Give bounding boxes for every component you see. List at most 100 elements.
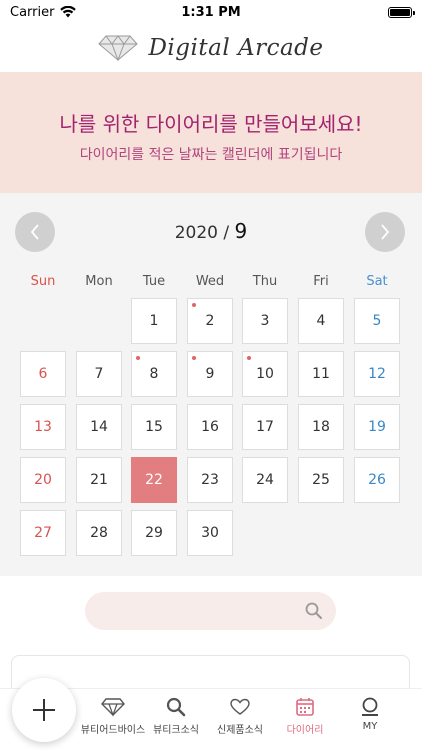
day-number: 2 — [205, 313, 215, 329]
weekday-mon: Mon — [85, 274, 113, 289]
calendar-day[interactable]: 27 — [20, 510, 66, 556]
month-separator: / — [217, 223, 235, 243]
year-label: 2020 — [174, 223, 218, 243]
day-number: 9 — [205, 366, 215, 382]
weekday-sat: Sat — [366, 274, 388, 289]
calendar-day[interactable]: 23 — [187, 457, 233, 503]
diary-entry-dot — [247, 356, 251, 360]
calendar-day[interactable]: 5 — [354, 298, 400, 344]
calendar-day[interactable]: 14 — [76, 404, 122, 450]
tab-new-products[interactable]: 신제품소식 — [205, 697, 275, 736]
day-number: 11 — [312, 366, 330, 382]
day-number: 30 — [201, 525, 219, 541]
calendar-day[interactable]: 7 — [76, 351, 122, 397]
calendar-day[interactable]: 15 — [131, 404, 177, 450]
day-number: 19 — [368, 419, 386, 435]
weekday-tue: Tue — [142, 274, 166, 289]
next-month-button[interactable] — [365, 212, 405, 252]
day-number: 5 — [372, 313, 382, 329]
diary-banner: 나를 위한 다이어리를 만들어보세요! 다이어리를 적은 날짜는 캘린더에 표기… — [0, 72, 422, 193]
calendar-day[interactable]: 30 — [187, 510, 233, 556]
calendar: 2020 / 9 Sun Mon Tue Wed Thu Fri Sat 123456789… — [0, 193, 422, 576]
day-number: 25 — [312, 472, 330, 488]
day-number: 24 — [256, 472, 274, 488]
day-number: 6 — [38, 366, 48, 382]
tab-label: 신제품소식 — [217, 725, 263, 736]
day-number: 22 — [145, 472, 163, 488]
tab-diary[interactable]: 다이어리 — [270, 697, 340, 736]
plus-icon — [33, 699, 55, 721]
day-number: 28 — [90, 525, 108, 541]
diary-entry-dot — [192, 356, 196, 360]
day-number: 10 — [256, 366, 274, 382]
calendar-day[interactable]: 2 — [187, 298, 233, 344]
day-number: 8 — [149, 366, 159, 382]
day-number: 27 — [34, 525, 52, 541]
day-number: 4 — [316, 313, 326, 329]
calendar-day[interactable]: 16 — [187, 404, 233, 450]
calendar-icon — [296, 698, 314, 716]
diary-search — [85, 592, 336, 630]
day-number: 14 — [90, 419, 108, 435]
day-number: 1 — [149, 313, 159, 329]
banner-subtitle: 다이어리를 적은 날짜는 캘린더에 표기됩니다 — [79, 147, 343, 163]
weekday-fri: Fri — [313, 274, 329, 289]
calendar-day[interactable]: 29 — [131, 510, 177, 556]
day-number: 20 — [34, 472, 52, 488]
calendar-day[interactable]: 11 — [298, 351, 344, 397]
weekday-sun: Sun — [30, 274, 56, 289]
calendar-day[interactable]: 26 — [354, 457, 400, 503]
day-number: 13 — [34, 419, 52, 435]
calendar-day[interactable]: 18 — [298, 404, 344, 450]
calendar-day[interactable]: 13 — [20, 404, 66, 450]
day-number: 16 — [201, 419, 219, 435]
calendar-day[interactable]: 22 — [131, 457, 177, 503]
diary-entry-dot — [136, 356, 140, 360]
battery-icon — [388, 6, 415, 18]
app-header: Digital Arcade — [0, 24, 422, 72]
calendar-day[interactable]: 8 — [131, 351, 177, 397]
calendar-day[interactable]: 21 — [76, 457, 122, 503]
month-label: 9 — [234, 219, 248, 243]
add-diary-button[interactable] — [12, 678, 76, 742]
tab-beauty-news[interactable]: 뷰티크소식 — [141, 697, 211, 736]
calendar-day[interactable]: 25 — [298, 457, 344, 503]
status-bar: Carrier 1:31 PM — [0, 0, 422, 24]
calendar-day[interactable]: 3 — [242, 298, 288, 344]
tab-label: 뷰티크소식 — [153, 725, 199, 736]
tab-label: 뷰티어드바이스 — [80, 725, 146, 736]
search-input[interactable] — [85, 592, 295, 630]
chevron-right-icon — [381, 224, 390, 240]
diamond-icon — [101, 698, 125, 717]
clock: 1:31 PM — [181, 4, 241, 20]
calendar-day[interactable]: 10 — [242, 351, 288, 397]
calendar-day[interactable]: 1 — [131, 298, 177, 344]
app-title: Digital Arcade — [148, 35, 324, 61]
tab-beauty-advice[interactable]: 뷰티어드바이스 — [78, 697, 148, 736]
tab-label: MY — [362, 721, 378, 732]
calendar-day[interactable]: 24 — [242, 457, 288, 503]
banner-title: 나를 위한 다이어리를 만들어보세요! — [59, 112, 363, 136]
diary-entry-dot — [192, 303, 196, 307]
calendar-day[interactable]: 28 — [76, 510, 122, 556]
calendar-day[interactable]: 20 — [20, 457, 66, 503]
day-number: 23 — [201, 472, 219, 488]
day-number: 12 — [368, 366, 386, 382]
search-icon — [166, 697, 186, 717]
calendar-day[interactable]: 19 — [354, 404, 400, 450]
wifi-icon — [60, 6, 77, 18]
day-number: 3 — [260, 313, 270, 329]
tab-my[interactable]: MY — [335, 697, 405, 732]
calendar-day[interactable]: 6 — [20, 351, 66, 397]
diamond-logo-icon — [98, 35, 139, 61]
calendar-day[interactable]: 17 — [242, 404, 288, 450]
calendar-day[interactable]: 4 — [298, 298, 344, 344]
day-number: 7 — [94, 366, 104, 382]
calendar-day[interactable]: 9 — [187, 351, 233, 397]
search-icon[interactable] — [304, 601, 324, 621]
tab-label: 다이어리 — [286, 725, 324, 736]
day-number: 29 — [145, 525, 163, 541]
weekday-thu: Thu — [252, 274, 278, 289]
calendar-day[interactable]: 12 — [354, 351, 400, 397]
day-number: 17 — [256, 419, 274, 435]
